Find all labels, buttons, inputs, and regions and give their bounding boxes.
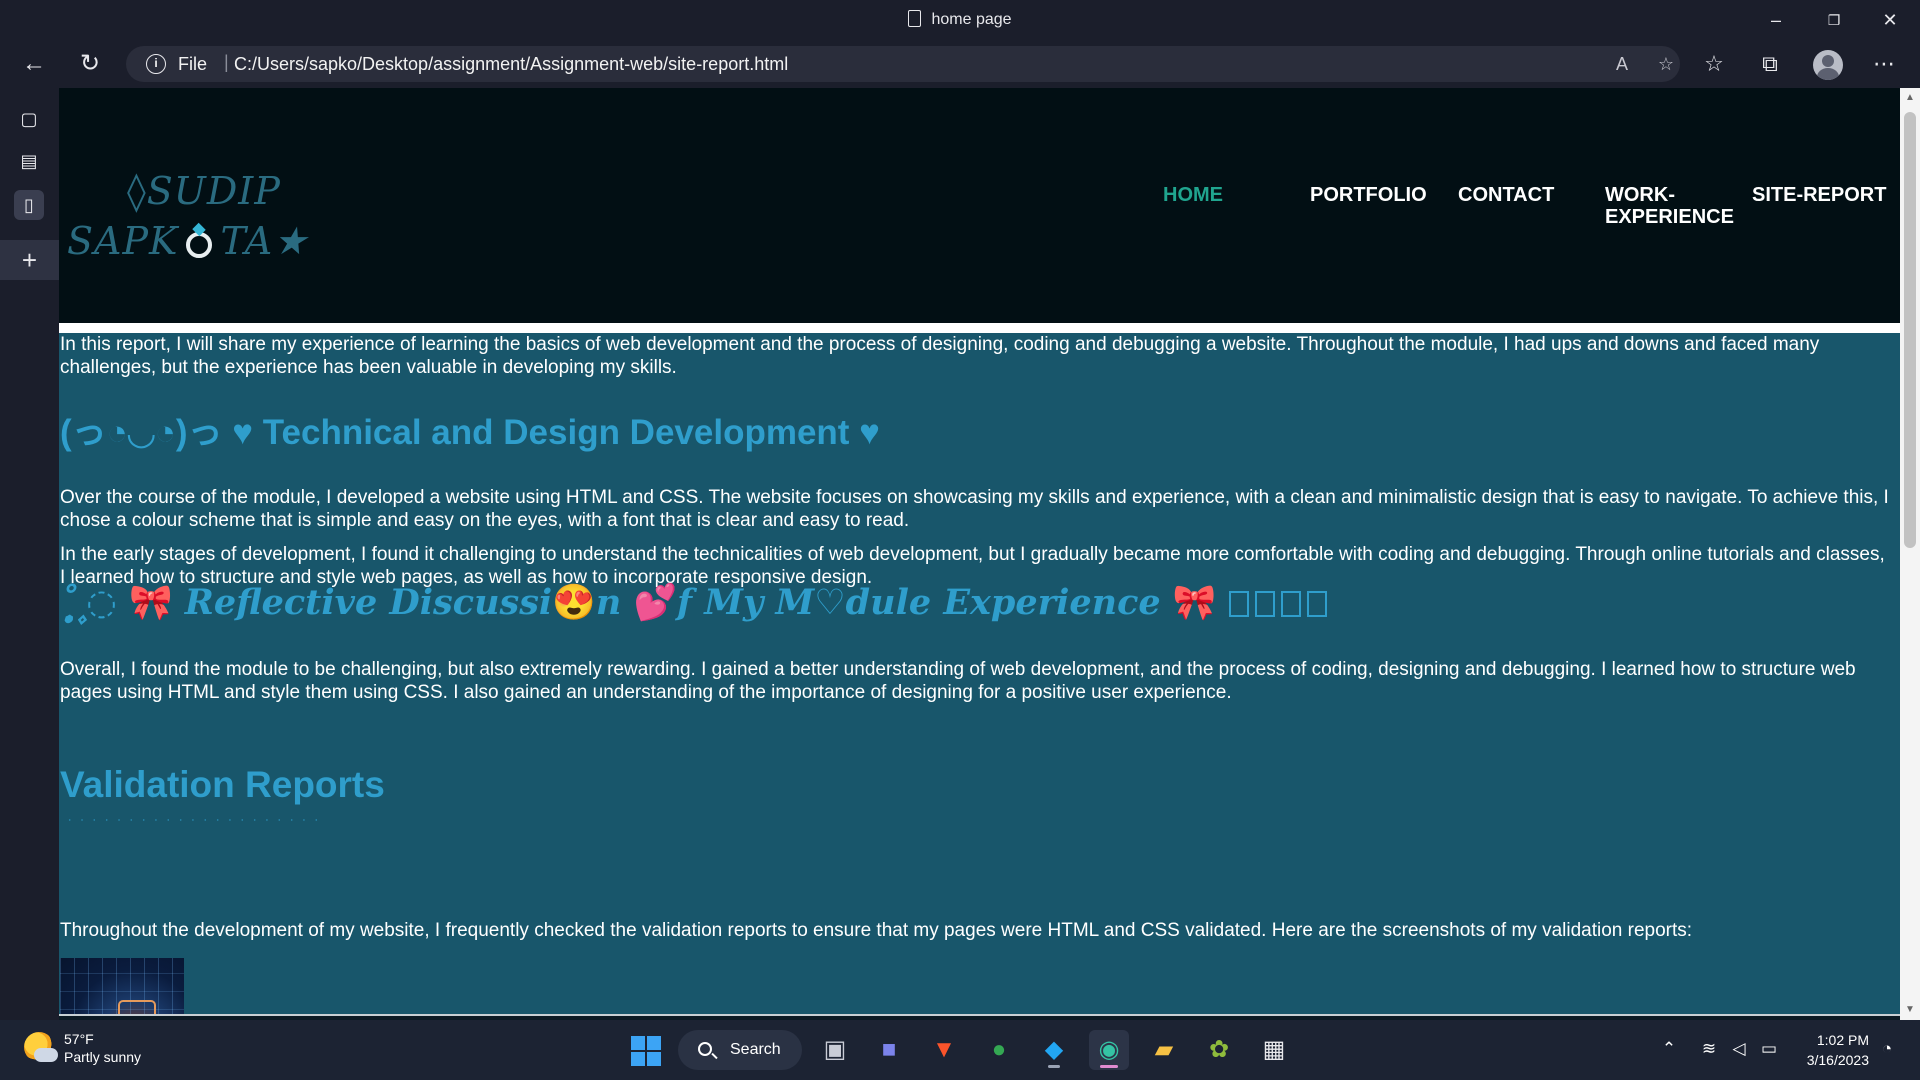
bow-icon: 🎀 — [128, 582, 173, 623]
technical-paragraph-1: Over the course of the module, I develop… — [60, 487, 1889, 531]
taskbar-search[interactable]: Search — [678, 1030, 802, 1070]
address-bar[interactable]: i File | C:/Users/sapko/Desktop/assignme… — [126, 46, 1680, 82]
vertical-tabs-sidebar: ▢ ▤ ▯ + — [0, 88, 59, 1020]
task-view-icon[interactable]: ▣ — [815, 1030, 855, 1070]
intro-paragraph: In this report, I will share my experien… — [60, 334, 1820, 378]
report-content: In this report, I will share my experien… — [59, 333, 1900, 1020]
profile-avatar[interactable] — [1813, 50, 1843, 80]
chevron-up-icon[interactable]: ⌃ — [1658, 1038, 1680, 1060]
page-scrollbar[interactable]: ▲ ▼ — [1900, 88, 1920, 1020]
start-button[interactable] — [631, 1036, 661, 1066]
wifi-icon[interactable]: ≋ — [1698, 1038, 1720, 1060]
reflective-paragraph: Overall, I found the module to be challe… — [60, 659, 1856, 703]
taskbar: 57°F Partly sunny Search ▣ ■ ▼ ● ◆ ◉ ▰ ✿… — [0, 1020, 1920, 1080]
hearts-emoji: 💕 — [633, 582, 678, 623]
technical-heading: (っ◔◡◔)っ ♥ Technical and Design Developme… — [60, 413, 880, 452]
logo-line-2: SAPK TA★ — [67, 219, 309, 263]
more-options-icon[interactable]: ⋯ — [1868, 48, 1900, 80]
nav-portfolio[interactable]: PORTFOLIO — [1310, 184, 1427, 206]
info-icon[interactable]: i — [146, 54, 166, 74]
nav-contact[interactable]: CONTACT — [1458, 184, 1554, 206]
search-icon — [698, 1042, 712, 1056]
address-url[interactable]: C:/Users/sapko/Desktop/assignment/Assign… — [234, 54, 788, 75]
back-button[interactable]: ← — [18, 48, 50, 80]
weather-icon[interactable] — [24, 1032, 58, 1062]
close-button[interactable]: ✕ — [1878, 8, 1902, 32]
scrollbar-thumb[interactable] — [1904, 112, 1916, 548]
read-aloud-icon[interactable]: A — [1610, 52, 1634, 76]
scroll-down-arrow[interactable]: ▼ — [1900, 1002, 1920, 1018]
validation-screenshot-image[interactable] — [60, 958, 184, 1020]
tab-actions-icon[interactable]: ▢ — [14, 104, 44, 134]
validation-heading: Validation Reports ˙˙˙˙˙˙˙˙˙˙˙˙˙˙˙˙˙˙˙˙˙ — [60, 766, 385, 830]
missing-glyph-boxes — [1228, 582, 1333, 623]
weather-widget[interactable]: 57°F Partly sunny — [64, 1030, 141, 1066]
refresh-button[interactable]: ↻ — [74, 48, 106, 80]
file-explorer-icon[interactable]: ▰ — [1144, 1030, 1184, 1070]
nav-site-report[interactable]: SITE-REPORT — [1752, 184, 1886, 206]
heart-eyes-emoji: 😍 — [552, 582, 596, 623]
app-icon[interactable]: ✿ — [1199, 1030, 1239, 1070]
chrome-icon[interactable]: ● — [979, 1030, 1019, 1070]
nav-home[interactable]: HOME — [1163, 184, 1223, 206]
tab-home-page[interactable]: ▯ — [14, 190, 44, 220]
volume-muted-icon[interactable]: ◁ — [1728, 1038, 1750, 1060]
edge-icon[interactable]: ◉ — [1089, 1030, 1129, 1070]
collections-icon[interactable]: ⧉ — [1754, 48, 1786, 80]
scroll-up-arrow[interactable]: ▲ — [1900, 90, 1920, 106]
page-viewport: ◊SUDIP SAPK TA★ HOME PORTFOLIO CONTACT WO… — [59, 88, 1900, 1020]
add-favorite-icon[interactable]: ☆ — [1654, 52, 1678, 76]
store-icon[interactable]: ▦ — [1254, 1030, 1294, 1070]
header-divider — [59, 323, 1900, 333]
minimize-button[interactable]: – — [1764, 8, 1788, 32]
validation-paragraph: Throughout the development of my website… — [60, 920, 1693, 941]
heading-decoration: ˙˙˙˙˙˙˙˙˙˙˙˙˙˙˙˙˙˙˙˙˙ — [68, 819, 327, 830]
ring-icon — [186, 232, 213, 258]
reflective-heading: ˚ ͙۪۪̥◌ 🎀 Reflective Discussi😍n 💕f My M♡… — [60, 585, 1333, 620]
site-header: ◊SUDIP SAPK TA★ HOME PORTFOLIO CONTACT WO… — [59, 88, 1900, 323]
bow-icon-2: 🎀 — [1172, 582, 1217, 623]
address-protocol: File — [178, 54, 208, 74]
battery-icon[interactable]: ▭ — [1758, 1038, 1780, 1060]
logo-line-1: ◊SUDIP — [127, 169, 281, 213]
document-icon — [908, 10, 922, 27]
new-tab-button[interactable]: + — [0, 240, 59, 280]
chat-icon[interactable]: ■ — [869, 1030, 909, 1070]
tab-calendar-icon[interactable]: ▤ — [14, 146, 44, 176]
address-separator: | — [224, 52, 229, 72]
vscode-icon[interactable]: ◆ — [1034, 1030, 1074, 1070]
brave-icon[interactable]: ▼ — [924, 1030, 964, 1070]
nav-work-experience[interactable]: WORK- EXPERIENCE — [1605, 184, 1734, 228]
restore-button[interactable]: ❐ — [1822, 8, 1846, 32]
notifications-icon[interactable]: ◔ — [1876, 1038, 1898, 1060]
system-clock[interactable]: 1:02 PM 3/16/2023 — [1795, 1030, 1869, 1070]
window-title: home page — [0, 10, 1920, 29]
favorites-icon[interactable]: ☆ — [1698, 48, 1730, 80]
title-bar: home page – ❐ ✕ — [0, 0, 1920, 40]
browser-toolbar: ← ↻ i File | C:/Users/sapko/Desktop/assi… — [0, 40, 1920, 88]
